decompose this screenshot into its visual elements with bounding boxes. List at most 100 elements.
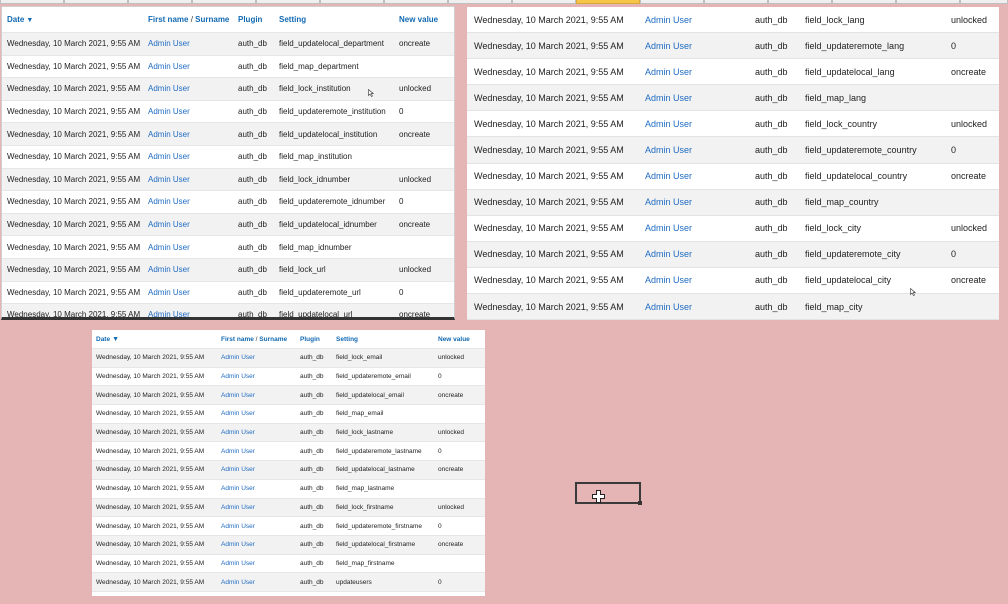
new-value-column-header[interactable]: New value [434, 330, 485, 349]
user-link[interactable]: Admin User [217, 348, 296, 368]
user-link[interactable]: Admin User [638, 267, 748, 295]
date-column-header[interactable]: Date ▼ [2, 7, 143, 33]
tab[interactable] [960, 0, 1008, 4]
date-header-label[interactable]: Date [96, 336, 110, 343]
plugin-cell: auth_db [296, 554, 332, 574]
user-link[interactable]: Admin User [217, 554, 296, 574]
user-link[interactable]: Admin User [217, 367, 296, 387]
user-link[interactable]: Admin User [638, 293, 748, 320]
user-link[interactable]: Admin User [638, 189, 748, 216]
user-link[interactable]: Admin User [217, 535, 296, 555]
user-link[interactable]: Admin User [217, 460, 296, 480]
user-link[interactable]: Admin User [143, 55, 233, 79]
user-link[interactable]: Admin User [143, 303, 233, 317]
user-link[interactable]: Admin User [638, 241, 748, 268]
date-cell: Wednesday, 10 March 2021, 9:55 AM [467, 189, 638, 216]
setting-cell: field_updatelocal_lastname [332, 460, 434, 480]
tab[interactable] [512, 0, 576, 4]
user-link[interactable]: Admin User [217, 385, 296, 406]
new-value-column-header[interactable]: New value [394, 7, 454, 33]
user-link[interactable]: Admin User [217, 441, 296, 462]
user-link[interactable]: Admin User [143, 168, 233, 192]
tab[interactable] [704, 0, 768, 4]
user-link[interactable]: Admin User [143, 213, 233, 237]
tab[interactable] [256, 0, 320, 4]
date-cell: Wednesday, 10 March 2021, 9:55 AM [92, 479, 217, 499]
user-link[interactable]: Admin User [217, 498, 296, 518]
plugin-column-header[interactable]: Plugin [296, 330, 332, 349]
date-cell: Wednesday, 10 March 2021, 9:55 AM [92, 460, 217, 480]
user-link[interactable]: Admin User [143, 235, 233, 259]
tab[interactable] [896, 0, 960, 4]
setting-cell: field_updatelocal_department [274, 32, 394, 56]
tab[interactable] [64, 0, 128, 4]
setting-column-header[interactable]: Setting [274, 7, 394, 33]
first-name-sort-link[interactable]: First name [148, 15, 188, 24]
tab[interactable] [384, 0, 448, 4]
user-link[interactable]: Admin User [217, 572, 296, 592]
table-row: Wednesday, 10 March 2021, 9:55 AM Admin U… [467, 136, 999, 164]
user-link[interactable]: Admin User [638, 58, 748, 86]
table-row: Wednesday, 10 March 2021, 9:55 AM Admin U… [467, 163, 999, 190]
new-value-cell: unlocked [944, 215, 999, 242]
tab[interactable] [448, 0, 512, 4]
date-cell: Wednesday, 10 March 2021, 9:55 AM [92, 404, 217, 424]
first-name-sort-link[interactable]: First name [221, 336, 254, 343]
sort-descending-icon[interactable]: ▼ [112, 336, 119, 343]
tab[interactable] [768, 0, 832, 4]
date-cell: Wednesday, 10 March 2021, 9:55 AM [92, 498, 217, 518]
new-value-cell: oncreate [394, 32, 454, 56]
plugin-cell: auth_db [233, 168, 274, 192]
user-link[interactable]: Admin User [143, 77, 233, 101]
tab[interactable] [128, 0, 192, 4]
plugin-column-header[interactable]: Plugin [233, 7, 274, 33]
selection-box[interactable] [575, 482, 642, 505]
date-column-header[interactable]: Date ▼ [92, 330, 217, 349]
setting-cell: field_lock_lang [798, 7, 944, 34]
date-cell: Wednesday, 10 March 2021, 9:55 AM [2, 168, 143, 192]
date-cell: Wednesday, 10 March 2021, 9:55 AM [467, 58, 638, 86]
setting-cell: field_updateremote_firstname [332, 516, 434, 536]
tab[interactable] [832, 0, 896, 4]
user-link[interactable]: Admin User [217, 479, 296, 499]
user-link[interactable]: Admin User [638, 32, 748, 60]
setting-cell: field_lock_idnumber [274, 168, 394, 192]
tab-active[interactable] [576, 0, 640, 4]
user-link[interactable]: Admin User [143, 32, 233, 56]
user-link[interactable]: Admin User [638, 215, 748, 242]
user-link[interactable]: Admin User [217, 423, 296, 443]
setting-cell: field_lock_url [274, 258, 394, 282]
user-link[interactable]: Admin User [638, 136, 748, 164]
user-link[interactable]: Admin User [143, 122, 233, 146]
new-value-cell: oncreate [944, 163, 999, 190]
user-link[interactable]: Admin User [143, 258, 233, 282]
user-link[interactable]: Admin User [143, 190, 233, 214]
tab[interactable] [640, 0, 704, 4]
user-link[interactable]: Admin User [638, 163, 748, 190]
user-link[interactable]: Admin User [143, 145, 233, 169]
user-link[interactable]: Admin User [217, 404, 296, 424]
user-link[interactable]: Admin User [638, 7, 748, 34]
user-link[interactable]: Admin User [143, 281, 233, 305]
user-link[interactable]: Admin User [217, 516, 296, 536]
mouse-pointer-icon [368, 89, 374, 97]
plugin-cell: auth_db [296, 479, 332, 499]
plugin-cell: auth_db [233, 303, 274, 317]
user-link[interactable]: Admin User [638, 84, 748, 112]
surname-sort-link[interactable]: Surname [259, 336, 287, 343]
sort-descending-icon[interactable]: ▼ [26, 17, 33, 24]
user-link[interactable]: Admin User [638, 110, 748, 138]
tab[interactable] [320, 0, 384, 4]
resize-handle[interactable] [638, 501, 642, 505]
plugin-cell: auth_db [296, 423, 332, 443]
date-header-label[interactable]: Date [7, 15, 24, 24]
name-column-header: First name / Surname [217, 330, 296, 349]
setting-column-header[interactable]: Setting [332, 330, 434, 349]
table-row: Wednesday, 10 March 2021, 9:55 AM Admin U… [467, 293, 999, 320]
new-value-cell: 0 [944, 136, 999, 164]
tab[interactable] [192, 0, 256, 4]
new-value-cell [944, 293, 999, 320]
user-link[interactable]: Admin User [143, 100, 233, 124]
surname-sort-link[interactable]: Surname [195, 15, 229, 24]
tab[interactable] [0, 0, 64, 4]
